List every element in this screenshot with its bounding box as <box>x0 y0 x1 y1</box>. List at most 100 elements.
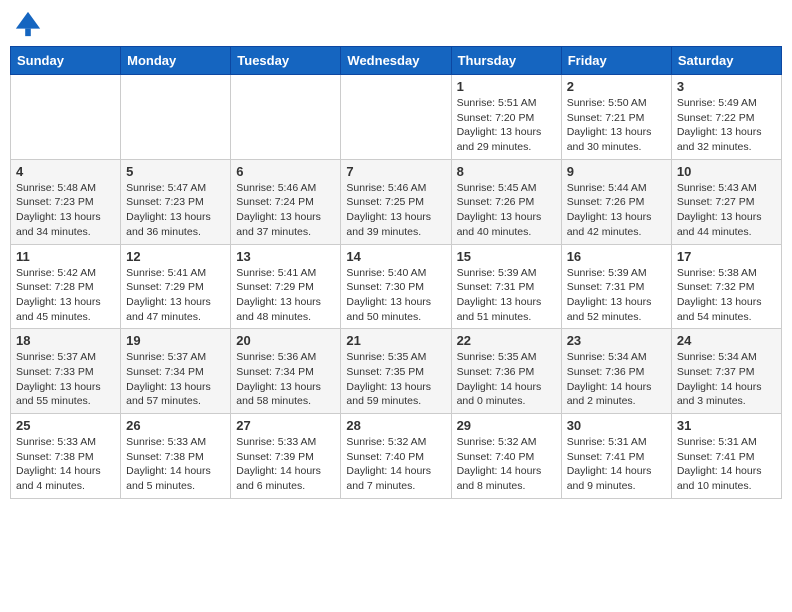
day-info: Sunrise: 5:39 AM Sunset: 7:31 PM Dayligh… <box>567 266 666 325</box>
calendar-cell: 25 Sunrise: 5:33 AM Sunset: 7:38 PM Dayli… <box>11 414 121 499</box>
day-info: Sunrise: 5:49 AM Sunset: 7:22 PM Dayligh… <box>677 96 776 155</box>
calendar-cell: 26 Sunrise: 5:33 AM Sunset: 7:38 PM Dayli… <box>121 414 231 499</box>
day-info: Sunrise: 5:43 AM Sunset: 7:27 PM Dayligh… <box>677 181 776 240</box>
calendar-cell: 17 Sunrise: 5:38 AM Sunset: 7:32 PM Dayli… <box>671 244 781 329</box>
calendar-cell: 13 Sunrise: 5:41 AM Sunset: 7:29 PM Dayli… <box>231 244 341 329</box>
day-number: 26 <box>126 418 225 433</box>
calendar-cell <box>121 75 231 160</box>
calendar-cell <box>11 75 121 160</box>
day-number: 31 <box>677 418 776 433</box>
day-number: 8 <box>457 164 556 179</box>
calendar-cell: 6 Sunrise: 5:46 AM Sunset: 7:24 PM Daylig… <box>231 159 341 244</box>
day-info: Sunrise: 5:44 AM Sunset: 7:26 PM Dayligh… <box>567 181 666 240</box>
day-number: 10 <box>677 164 776 179</box>
day-info: Sunrise: 5:34 AM Sunset: 7:37 PM Dayligh… <box>677 350 776 409</box>
calendar-table: SundayMondayTuesdayWednesdayThursdayFrid… <box>10 46 782 499</box>
logo <box>14 10 46 38</box>
day-info: Sunrise: 5:33 AM Sunset: 7:39 PM Dayligh… <box>236 435 335 494</box>
day-info: Sunrise: 5:32 AM Sunset: 7:40 PM Dayligh… <box>457 435 556 494</box>
calendar-cell: 30Sunrise: 5:31 AM Sunset: 7:41 PM Dayli… <box>561 414 671 499</box>
day-number: 5 <box>126 164 225 179</box>
day-number: 20 <box>236 333 335 348</box>
calendar-cell <box>231 75 341 160</box>
day-info: Sunrise: 5:46 AM Sunset: 7:24 PM Dayligh… <box>236 181 335 240</box>
day-number: 25 <box>16 418 115 433</box>
weekday-header-wednesday: Wednesday <box>341 47 451 75</box>
weekday-header-row: SundayMondayTuesdayWednesdayThursdayFrid… <box>11 47 782 75</box>
weekday-header-monday: Monday <box>121 47 231 75</box>
day-info: Sunrise: 5:48 AM Sunset: 7:23 PM Dayligh… <box>16 181 115 240</box>
day-number: 1 <box>457 79 556 94</box>
day-info: Sunrise: 5:35 AM Sunset: 7:36 PM Dayligh… <box>457 350 556 409</box>
day-number: 9 <box>567 164 666 179</box>
day-number: 14 <box>346 249 445 264</box>
calendar-cell: 22Sunrise: 5:35 AM Sunset: 7:36 PM Dayli… <box>451 329 561 414</box>
day-info: Sunrise: 5:46 AM Sunset: 7:25 PM Dayligh… <box>346 181 445 240</box>
calendar-cell: 20 Sunrise: 5:36 AM Sunset: 7:34 PM Dayli… <box>231 329 341 414</box>
day-info: Sunrise: 5:34 AM Sunset: 7:36 PM Dayligh… <box>567 350 666 409</box>
calendar-cell: 4Sunrise: 5:48 AM Sunset: 7:23 PM Daylig… <box>11 159 121 244</box>
weekday-header-sunday: Sunday <box>11 47 121 75</box>
logo-icon <box>14 10 42 38</box>
calendar-cell: 7 Sunrise: 5:46 AM Sunset: 7:25 PM Daylig… <box>341 159 451 244</box>
calendar-cell: 8 Sunrise: 5:45 AM Sunset: 7:26 PM Daylig… <box>451 159 561 244</box>
day-info: Sunrise: 5:51 AM Sunset: 7:20 PM Dayligh… <box>457 96 556 155</box>
day-info: Sunrise: 5:38 AM Sunset: 7:32 PM Dayligh… <box>677 266 776 325</box>
day-info: Sunrise: 5:41 AM Sunset: 7:29 PM Dayligh… <box>236 266 335 325</box>
day-number: 30 <box>567 418 666 433</box>
calendar-week-row-2: 4Sunrise: 5:48 AM Sunset: 7:23 PM Daylig… <box>11 159 782 244</box>
day-number: 3 <box>677 79 776 94</box>
calendar-cell: 16 Sunrise: 5:39 AM Sunset: 7:31 PM Dayli… <box>561 244 671 329</box>
calendar-cell: 14 Sunrise: 5:40 AM Sunset: 7:30 PM Dayli… <box>341 244 451 329</box>
calendar-cell: 24 Sunrise: 5:34 AM Sunset: 7:37 PM Dayli… <box>671 329 781 414</box>
day-number: 7 <box>346 164 445 179</box>
day-number: 24 <box>677 333 776 348</box>
calendar-cell: 1 Sunrise: 5:51 AM Sunset: 7:20 PM Daylig… <box>451 75 561 160</box>
day-number: 12 <box>126 249 225 264</box>
day-number: 11 <box>16 249 115 264</box>
day-info: Sunrise: 5:33 AM Sunset: 7:38 PM Dayligh… <box>16 435 115 494</box>
day-info: Sunrise: 5:32 AM Sunset: 7:40 PM Dayligh… <box>346 435 445 494</box>
day-number: 27 <box>236 418 335 433</box>
day-info: Sunrise: 5:39 AM Sunset: 7:31 PM Dayligh… <box>457 266 556 325</box>
calendar-cell: 27 Sunrise: 5:33 AM Sunset: 7:39 PM Dayli… <box>231 414 341 499</box>
day-info: Sunrise: 5:41 AM Sunset: 7:29 PM Dayligh… <box>126 266 225 325</box>
calendar-cell: 19 Sunrise: 5:37 AM Sunset: 7:34 PM Dayli… <box>121 329 231 414</box>
day-number: 28 <box>346 418 445 433</box>
calendar-cell: 18 Sunrise: 5:37 AM Sunset: 7:33 PM Dayli… <box>11 329 121 414</box>
day-info: Sunrise: 5:37 AM Sunset: 7:34 PM Dayligh… <box>126 350 225 409</box>
day-number: 21 <box>346 333 445 348</box>
day-info: Sunrise: 5:35 AM Sunset: 7:35 PM Dayligh… <box>346 350 445 409</box>
day-info: Sunrise: 5:37 AM Sunset: 7:33 PM Dayligh… <box>16 350 115 409</box>
day-number: 16 <box>567 249 666 264</box>
calendar-week-row-3: 11Sunrise: 5:42 AM Sunset: 7:28 PM Dayli… <box>11 244 782 329</box>
day-number: 29 <box>457 418 556 433</box>
day-number: 18 <box>16 333 115 348</box>
day-number: 17 <box>677 249 776 264</box>
day-info: Sunrise: 5:47 AM Sunset: 7:23 PM Dayligh… <box>126 181 225 240</box>
day-number: 2 <box>567 79 666 94</box>
weekday-header-thursday: Thursday <box>451 47 561 75</box>
day-info: Sunrise: 5:33 AM Sunset: 7:38 PM Dayligh… <box>126 435 225 494</box>
day-number: 19 <box>126 333 225 348</box>
calendar-cell: 2Sunrise: 5:50 AM Sunset: 7:21 PM Daylig… <box>561 75 671 160</box>
calendar-cell: 9 Sunrise: 5:44 AM Sunset: 7:26 PM Daylig… <box>561 159 671 244</box>
calendar-cell: 31 Sunrise: 5:31 AM Sunset: 7:41 PM Dayli… <box>671 414 781 499</box>
calendar-cell <box>341 75 451 160</box>
page-header <box>10 10 782 38</box>
calendar-cell: 11Sunrise: 5:42 AM Sunset: 7:28 PM Dayli… <box>11 244 121 329</box>
calendar-cell: 15 Sunrise: 5:39 AM Sunset: 7:31 PM Dayli… <box>451 244 561 329</box>
day-info: Sunrise: 5:31 AM Sunset: 7:41 PM Dayligh… <box>677 435 776 494</box>
calendar-cell: 23Sunrise: 5:34 AM Sunset: 7:36 PM Dayli… <box>561 329 671 414</box>
calendar-cell: 10 Sunrise: 5:43 AM Sunset: 7:27 PM Dayli… <box>671 159 781 244</box>
weekday-header-friday: Friday <box>561 47 671 75</box>
day-info: Sunrise: 5:45 AM Sunset: 7:26 PM Dayligh… <box>457 181 556 240</box>
calendar-cell: 28 Sunrise: 5:32 AM Sunset: 7:40 PM Dayli… <box>341 414 451 499</box>
day-number: 13 <box>236 249 335 264</box>
day-number: 6 <box>236 164 335 179</box>
day-info: Sunrise: 5:36 AM Sunset: 7:34 PM Dayligh… <box>236 350 335 409</box>
calendar-cell: 3 Sunrise: 5:49 AM Sunset: 7:22 PM Daylig… <box>671 75 781 160</box>
day-number: 15 <box>457 249 556 264</box>
day-info: Sunrise: 5:40 AM Sunset: 7:30 PM Dayligh… <box>346 266 445 325</box>
calendar-week-row-1: 1 Sunrise: 5:51 AM Sunset: 7:20 PM Daylig… <box>11 75 782 160</box>
